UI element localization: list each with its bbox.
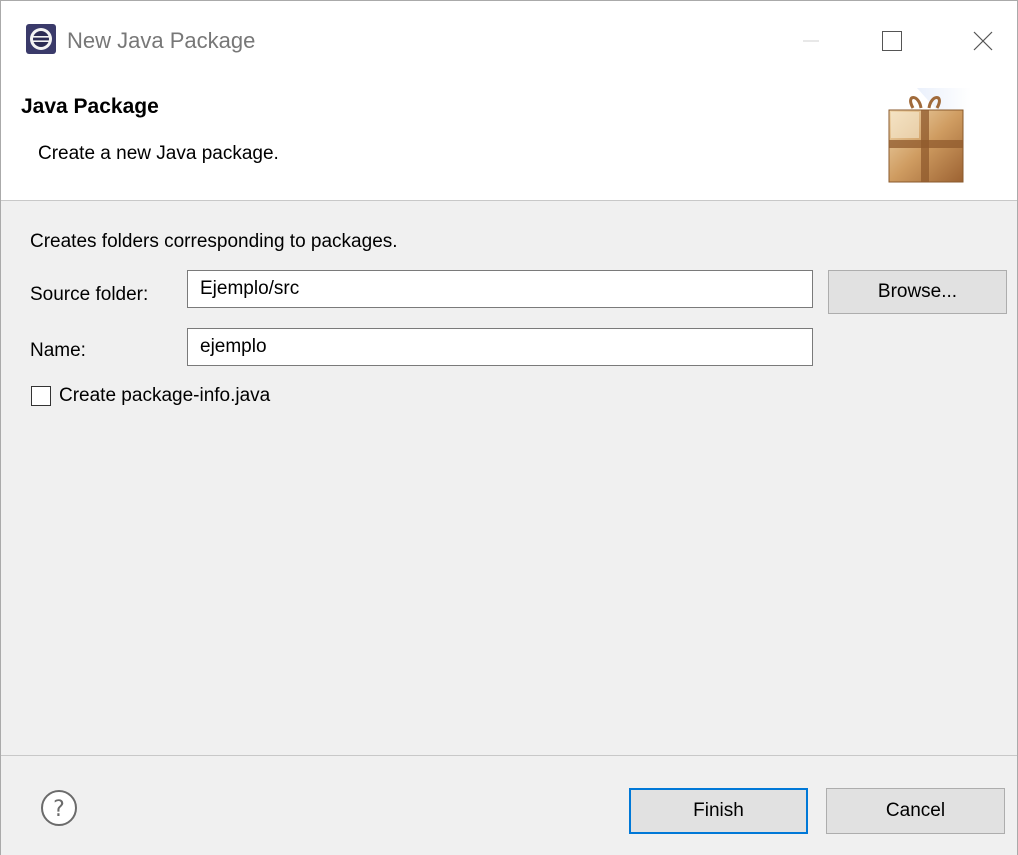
page-description: Creates folders corresponding to package… xyxy=(30,231,398,252)
name-input[interactable] xyxy=(187,328,813,366)
package-info-label: Create package-info.java xyxy=(59,385,271,406)
name-label: Name: xyxy=(30,340,86,361)
wizard-content: Creates folders corresponding to package… xyxy=(1,201,1017,754)
maximize-button[interactable] xyxy=(858,1,926,80)
package-info-option[interactable]: Create package-info.java xyxy=(31,384,270,408)
cancel-button[interactable]: Cancel xyxy=(826,788,1005,834)
source-folder-input[interactable] xyxy=(187,270,813,308)
banner-title: Java Package xyxy=(21,95,159,118)
maximize-icon xyxy=(882,30,902,51)
button-bar: ? Finish Cancel xyxy=(1,755,1017,855)
package-info-checkbox[interactable] xyxy=(31,386,51,406)
banner-description: Create a new Java package. xyxy=(38,143,279,164)
close-button[interactable] xyxy=(949,1,1017,80)
wizard-banner: Java Package Create a new Java package. xyxy=(1,80,1017,201)
svg-text:?: ? xyxy=(53,797,65,822)
eclipse-icon xyxy=(25,23,57,55)
close-icon xyxy=(973,31,993,50)
new-java-package-dialog: New Java Package Java Package Create a n… xyxy=(0,0,1018,855)
browse-button[interactable]: Browse... xyxy=(828,270,1007,314)
minimize-button[interactable] xyxy=(777,1,845,80)
source-folder-label: Source folder: xyxy=(30,284,149,305)
title-bar: New Java Package xyxy=(1,1,1017,80)
package-gift-icon xyxy=(877,88,971,188)
minimize-icon xyxy=(803,40,819,41)
window-title: New Java Package xyxy=(67,28,256,53)
help-icon[interactable]: ? xyxy=(40,789,78,827)
finish-button[interactable]: Finish xyxy=(629,788,808,834)
